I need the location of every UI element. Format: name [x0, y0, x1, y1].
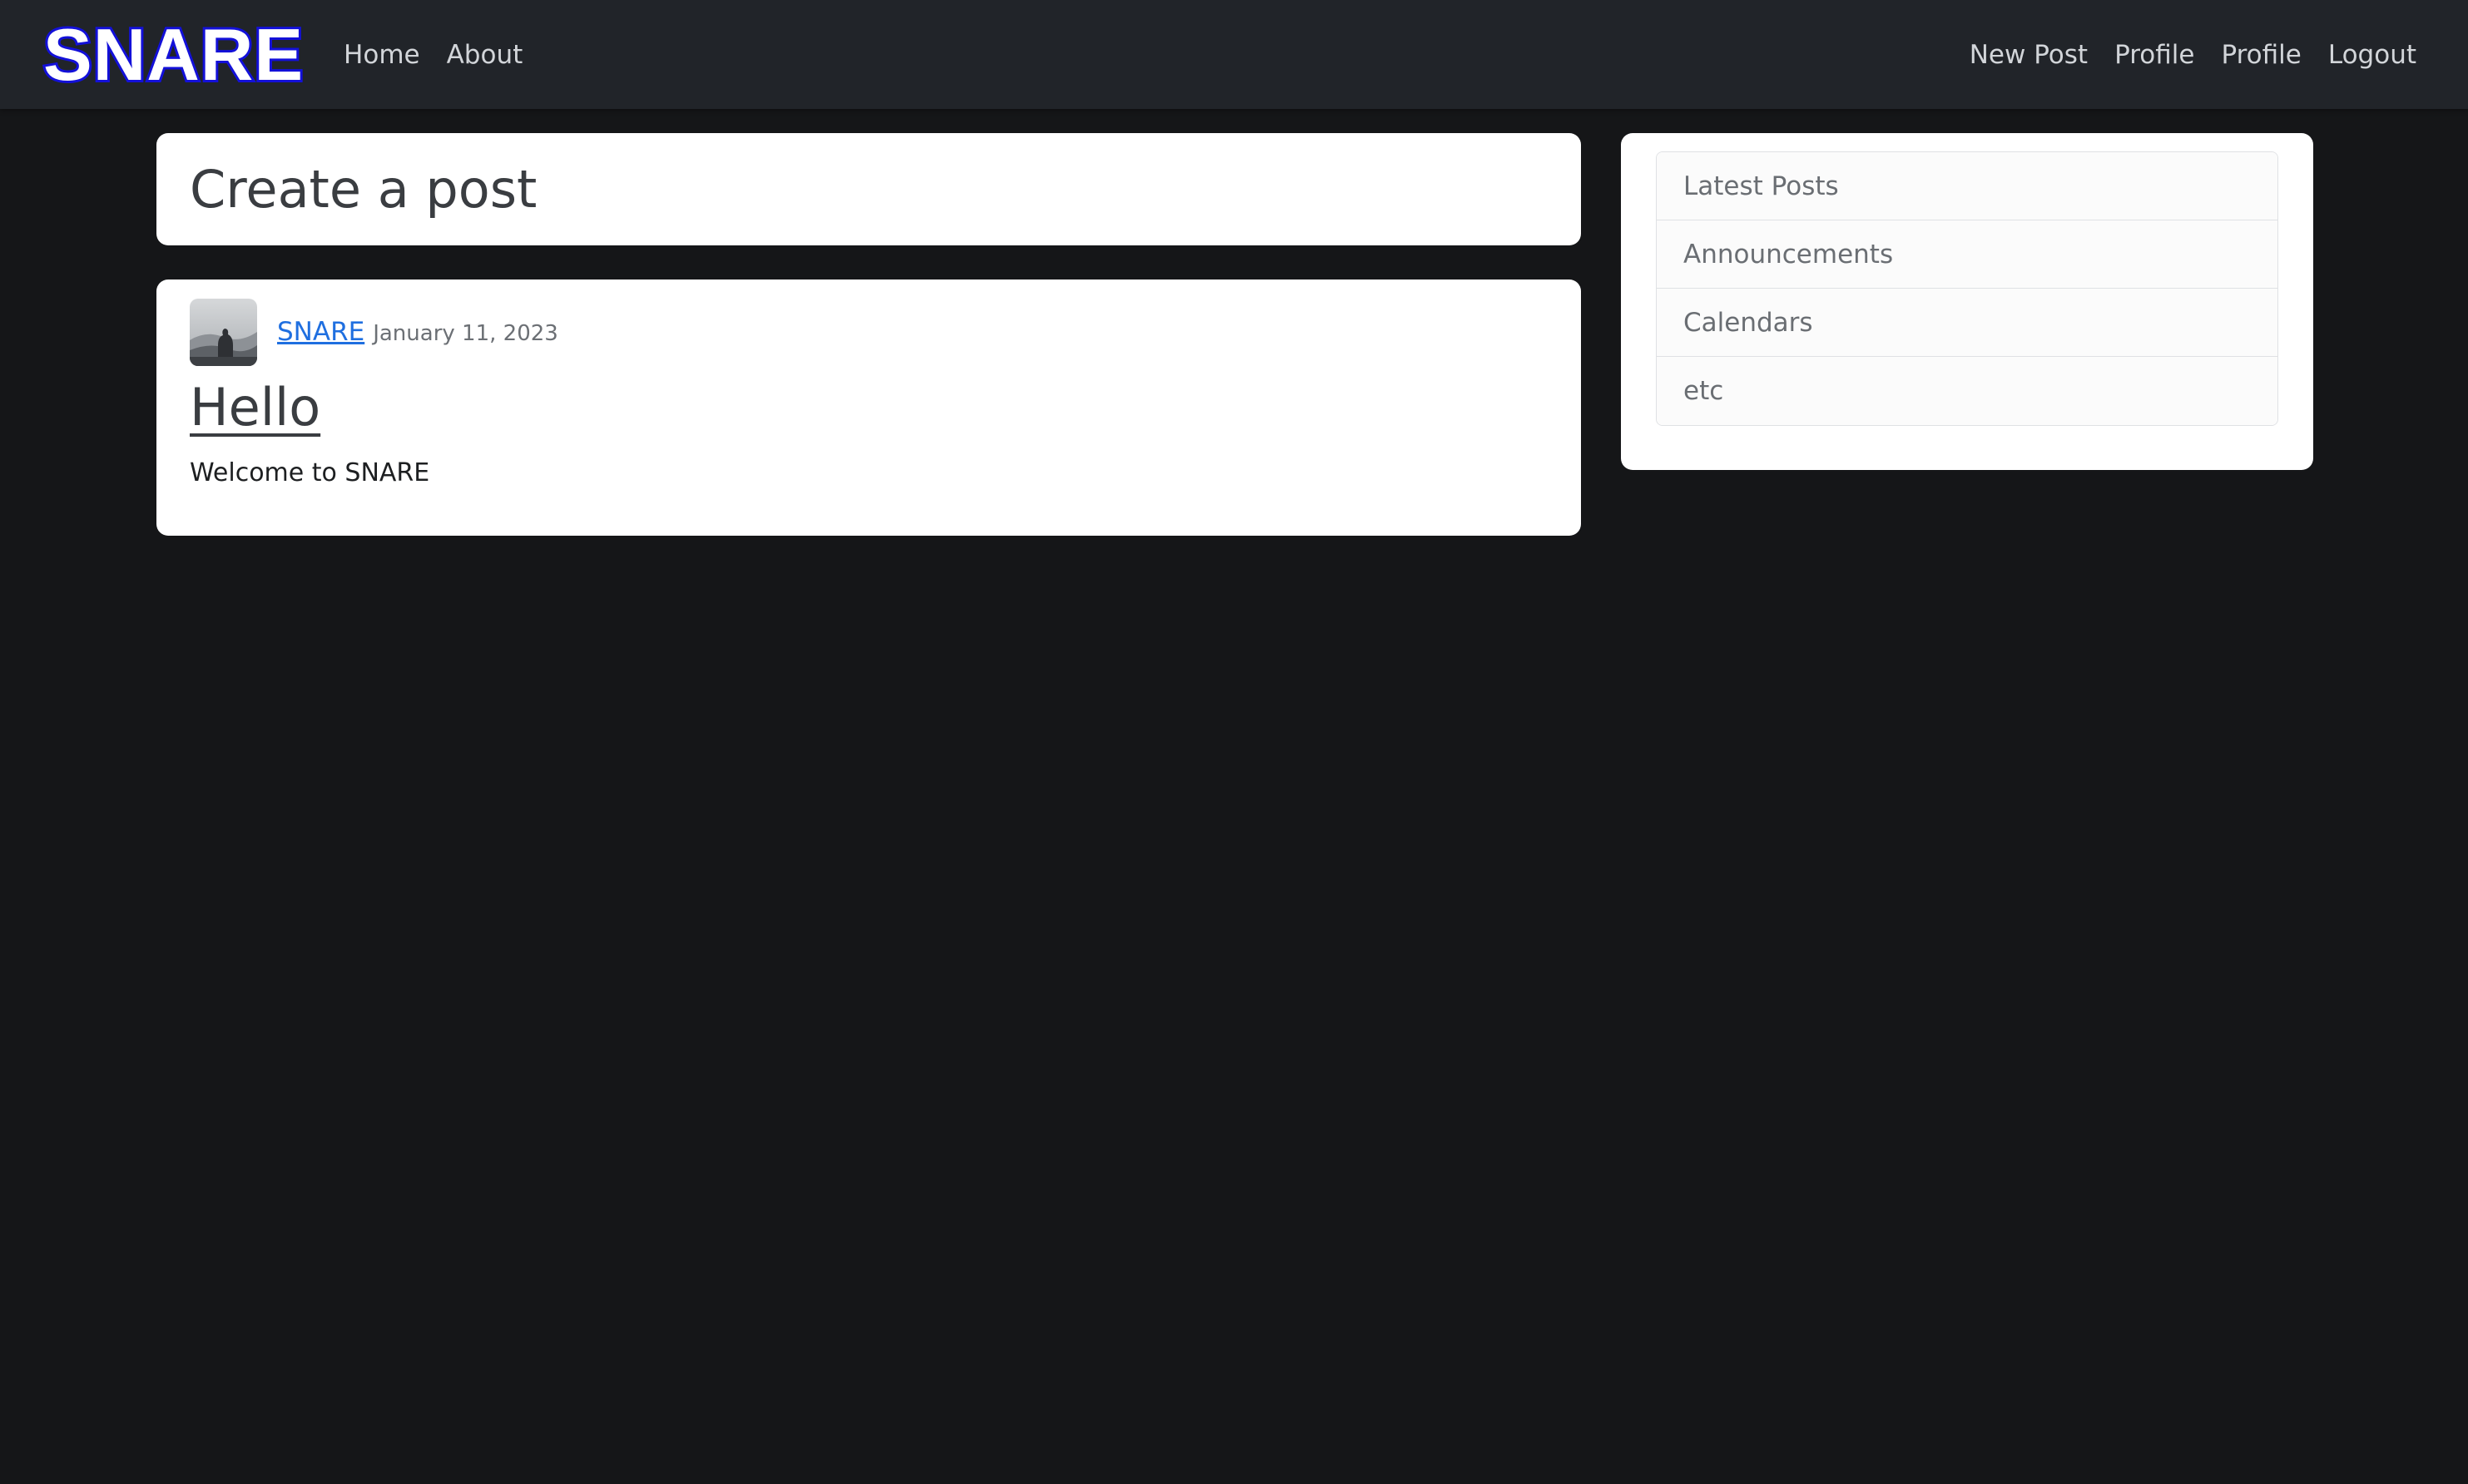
author-avatar	[190, 298, 257, 366]
sidebar-item-announcements[interactable]: Announcements	[1657, 220, 2277, 289]
post-title-link[interactable]: Hello	[190, 378, 320, 438]
post-author-link[interactable]: SNARE	[277, 317, 364, 347]
brand-logo[interactable]: SNARE	[41, 15, 305, 93]
nav-profile-link-2[interactable]: Profile	[2221, 40, 2301, 70]
create-post-heading: Create a post	[190, 158, 538, 220]
top-navbar: SNARE Home About New Post Profile Profil…	[0, 0, 2468, 109]
nav-left-group: Home About	[344, 40, 549, 70]
nav-home-link[interactable]: Home	[344, 40, 420, 70]
create-post-card: Create a post	[156, 133, 1581, 245]
nav-profile-link[interactable]: Profile	[2114, 40, 2194, 70]
post-meta: SNARE January 11, 2023	[190, 298, 1548, 366]
sidebar-item-calendars[interactable]: Calendars	[1657, 289, 2277, 357]
nav-right-group: New Post Profile Profile Logout	[1970, 40, 2416, 70]
post-date: January 11, 2023	[373, 321, 558, 346]
post-body: Welcome to SNARE	[190, 458, 430, 488]
sidebar-item-etc[interactable]: etc	[1657, 357, 2277, 425]
nav-new-post-link[interactable]: New Post	[1970, 40, 2088, 70]
sidebar-item-latest-posts[interactable]: Latest Posts	[1657, 152, 2277, 220]
sidebar-list: Latest Posts Announcements Calendars etc	[1656, 151, 2278, 426]
post-card: SNARE January 11, 2023 Hello Welcome to …	[156, 279, 1581, 536]
nav-about-link[interactable]: About	[447, 40, 523, 70]
nav-logout-link[interactable]: Logout	[2328, 40, 2416, 70]
mountain-silhouette-avatar-icon	[190, 298, 257, 366]
sidebar-card: Latest Posts Announcements Calendars etc	[1621, 133, 2313, 470]
